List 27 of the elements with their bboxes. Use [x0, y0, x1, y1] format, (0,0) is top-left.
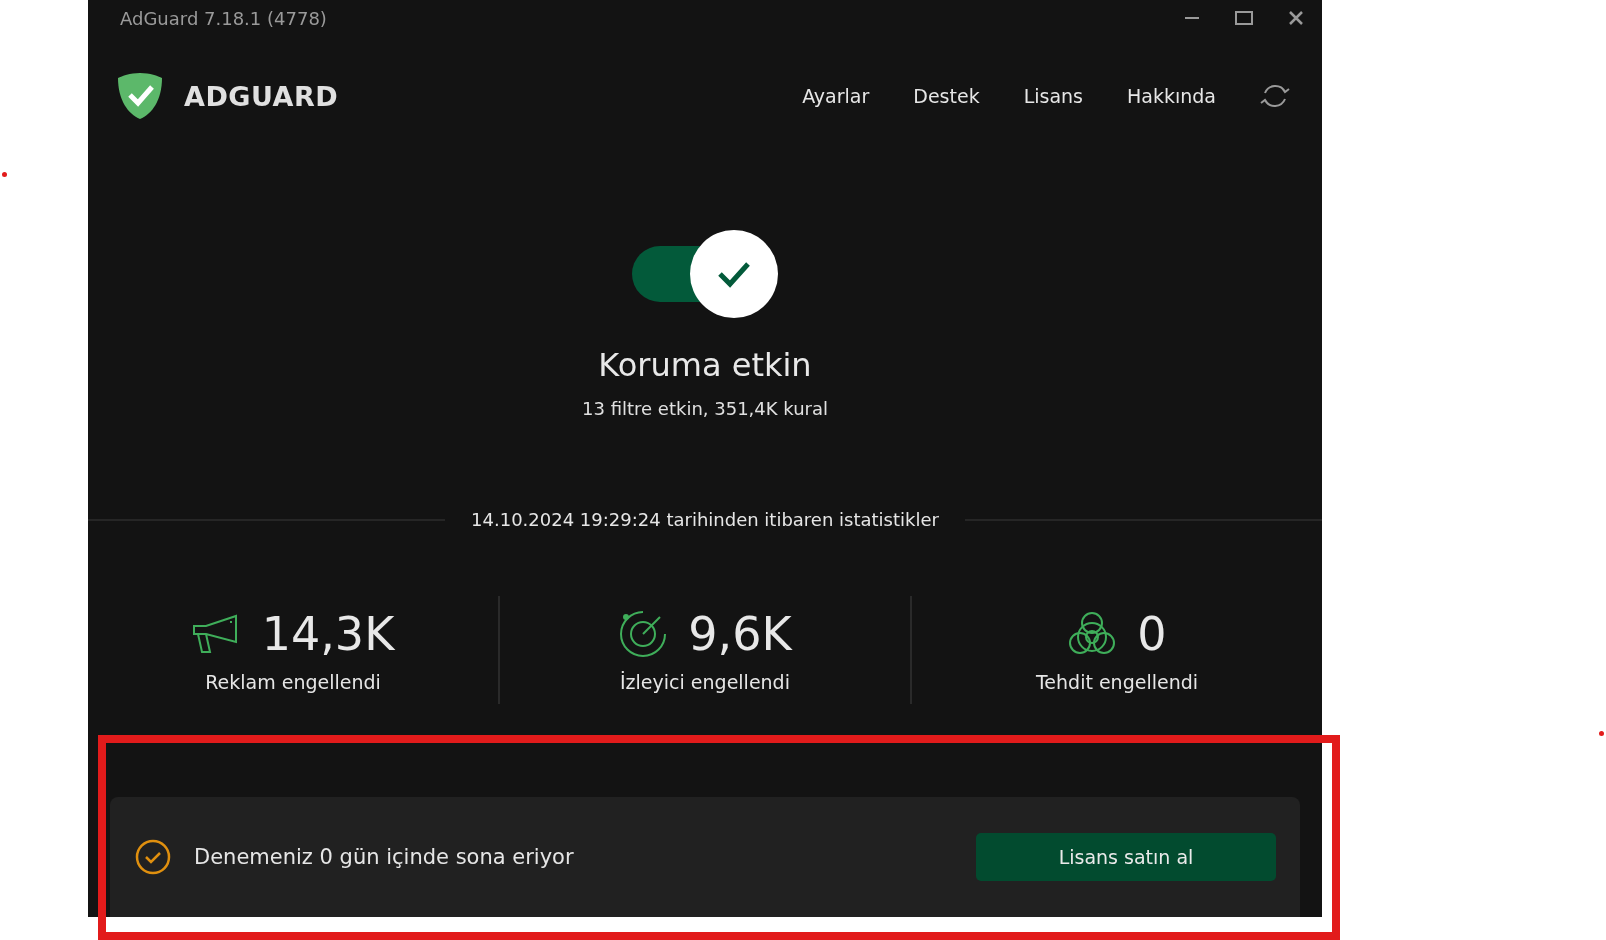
- nav-link[interactable]: Hakkında: [1127, 85, 1216, 107]
- annotation-dot: [1599, 731, 1604, 736]
- stat-value: 9,6K: [688, 607, 792, 661]
- buy-license-button[interactable]: Lisans satın al: [976, 833, 1276, 881]
- radar-icon: [618, 609, 669, 659]
- maximize-icon[interactable]: [1235, 11, 1253, 25]
- window-title: AdGuard 7.18.1 (4778): [120, 7, 328, 29]
- stat-label: Reklam engellendi: [205, 671, 381, 693]
- stat-value: 14,3K: [261, 607, 395, 661]
- nav-link[interactable]: Destek: [913, 85, 980, 107]
- stats-since-heading: 14.10.2024 19:29:24 tarihinden itibaren istatistikler: [470, 509, 940, 530]
- protection-toggle[interactable]: [630, 228, 780, 320]
- stat-label: Tehdit engellendi: [1035, 671, 1199, 693]
- filter-summary: 13 filtre etkin, 351,4K kural: [582, 398, 828, 419]
- stat-value: 0: [1137, 607, 1167, 661]
- annotation-dot: [2, 172, 7, 177]
- close-icon[interactable]: [1289, 11, 1303, 25]
- clock-check-icon: [134, 838, 172, 876]
- brand-name: ADGUARD: [184, 80, 340, 112]
- protection-status: Koruma etkin: [598, 346, 812, 384]
- trial-message: Denemeniz 0 gün içinde sona eriyor: [194, 845, 575, 869]
- refresh-icon[interactable]: [1260, 82, 1290, 110]
- shield-logo-icon: [116, 71, 164, 121]
- nav-link[interactable]: Ayarlar: [802, 85, 870, 107]
- check-icon: [717, 260, 751, 288]
- nav-link[interactable]: Lisans: [1023, 85, 1084, 107]
- stat-label: İzleyici engellendi: [620, 671, 790, 693]
